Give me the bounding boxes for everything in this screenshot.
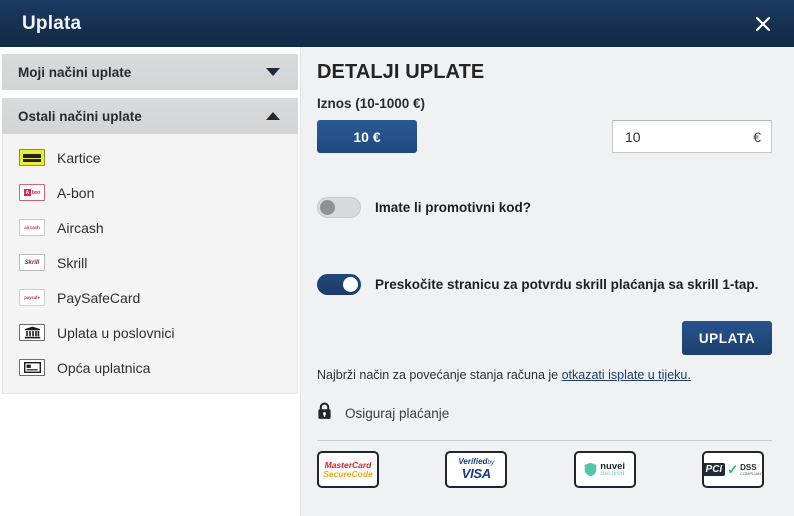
- paysafecard-logo-icon: paysafe: [19, 289, 45, 306]
- nuvei-secured-badge: nuvei Secured: [573, 451, 636, 488]
- currency-symbol: €: [753, 128, 761, 145]
- method-label: Uplata u poslovnici: [57, 324, 175, 341]
- promo-code-label: Imate li promotivni kod?: [375, 200, 532, 215]
- amount-row: 10 € €: [317, 120, 772, 153]
- credit-card-icon: [19, 149, 45, 166]
- badges-separator: [317, 440, 772, 441]
- accordion-my-payment-methods[interactable]: Moji načini uplate: [2, 54, 298, 90]
- method-item-uplata-u-poslovnici[interactable]: Uplata u poslovnici: [3, 315, 297, 350]
- amount-input-wrapper[interactable]: €: [612, 120, 772, 153]
- mastercard-badge-line2: SecureCode: [323, 468, 373, 479]
- method-label: Skrill: [57, 254, 88, 271]
- secure-payment-label: Osiguraj plaćanje: [345, 406, 450, 421]
- dialog-title: Uplata: [22, 12, 82, 34]
- a-bon-logo-icon: Abon: [19, 184, 45, 201]
- secure-payment-row: Osiguraj plaćanje: [317, 402, 772, 425]
- method-item-a-bon[interactable]: Abon A-bon: [3, 175, 297, 210]
- method-label: Kartice: [57, 149, 101, 166]
- check-icon: ✓: [727, 461, 739, 477]
- deposit-submit-button[interactable]: UPLATA: [682, 321, 772, 355]
- deposit-hint: Najbrži način za povećanje stanja računa…: [317, 368, 772, 382]
- security-badges: MasterCard SecureCode Verifiedby VISA nu…: [317, 451, 772, 488]
- method-label: PaySafeCard: [57, 289, 141, 306]
- promo-code-toggle-row: Imate li promotivni kod?: [317, 197, 772, 218]
- method-item-opca-uplatnica[interactable]: Opća uplatnica: [3, 350, 297, 385]
- visa-badge-line2: VISA: [461, 465, 491, 481]
- lock-icon: [317, 402, 332, 425]
- visa-badge-line1: Verified: [458, 457, 488, 467]
- shield-icon: [584, 462, 597, 477]
- accordion-label: Ostali načini uplate: [18, 108, 142, 124]
- method-item-paysafecard[interactable]: paysafe PaySafeCard: [3, 280, 297, 315]
- skip-confirmation-toggle[interactable]: [317, 274, 361, 295]
- payment-dialog: Uplata Moji načini uplate Ostali načini …: [0, 0, 794, 516]
- method-label: A-bon: [57, 184, 95, 201]
- method-item-aircash[interactable]: aircash Aircash: [3, 210, 297, 245]
- hint-text: Najbrži način za povećanje stanja računa…: [317, 368, 562, 382]
- method-item-skrill[interactable]: Skrill Skrill: [3, 245, 297, 280]
- dialog-titlebar: Uplata: [0, 0, 794, 47]
- payment-method-list: Kartice Abon A-bon aircash Aircash Skril…: [2, 134, 298, 394]
- pci-badge-line2: COMPLIANT: [740, 470, 764, 476]
- payment-methods-sidebar: Moji načini uplate Ostali načini uplate …: [0, 47, 301, 516]
- payment-details-panel: DETALJI UPLATE Iznos (10-1000 €) 10 € € …: [301, 47, 794, 516]
- preset-amount-button[interactable]: 10 €: [317, 120, 417, 153]
- method-label: Opća uplatnica: [57, 359, 151, 376]
- method-label: Aircash: [57, 219, 104, 236]
- nuvei-badge-line2: Secured: [600, 470, 625, 477]
- amount-input[interactable]: [625, 128, 754, 145]
- pci-badge-line1: PCI: [703, 463, 726, 476]
- aircash-logo-icon: aircash: [19, 219, 45, 236]
- dialog-body: Moji načini uplate Ostali načini uplate …: [0, 47, 794, 516]
- verified-by-visa-badge: Verifiedby VISA: [445, 451, 508, 488]
- promo-code-toggle[interactable]: [317, 197, 361, 218]
- close-icon[interactable]: [748, 9, 778, 39]
- mastercard-securecode-badge: MasterCard SecureCode: [317, 451, 379, 488]
- method-item-kartice[interactable]: Kartice: [3, 140, 297, 175]
- accordion-label: Moji načini uplate: [18, 64, 132, 80]
- amount-label: Iznos (10-1000 €): [317, 96, 426, 111]
- skip-confirmation-toggle-row: Preskočite stranicu za potvrdu skrill pl…: [317, 274, 772, 295]
- page-title: DETALJI UPLATE: [317, 61, 485, 83]
- cancel-withdrawals-link[interactable]: otkazati isplate u tijeku.: [562, 368, 691, 382]
- submit-row: UPLATA: [317, 321, 772, 355]
- shop-icon: [19, 324, 45, 341]
- payment-slip-icon: [19, 359, 45, 376]
- skrill-logo-icon: Skrill: [19, 254, 45, 271]
- chevron-down-icon: [266, 68, 280, 76]
- accordion-other-payment-methods[interactable]: Ostali načini uplate: [2, 98, 298, 134]
- pci-dss-badge: PCI ✓ DSS COMPLIANT: [701, 451, 764, 488]
- chevron-up-icon: [266, 112, 280, 120]
- skip-confirmation-label: Preskočite stranicu za potvrdu skrill pl…: [375, 277, 759, 292]
